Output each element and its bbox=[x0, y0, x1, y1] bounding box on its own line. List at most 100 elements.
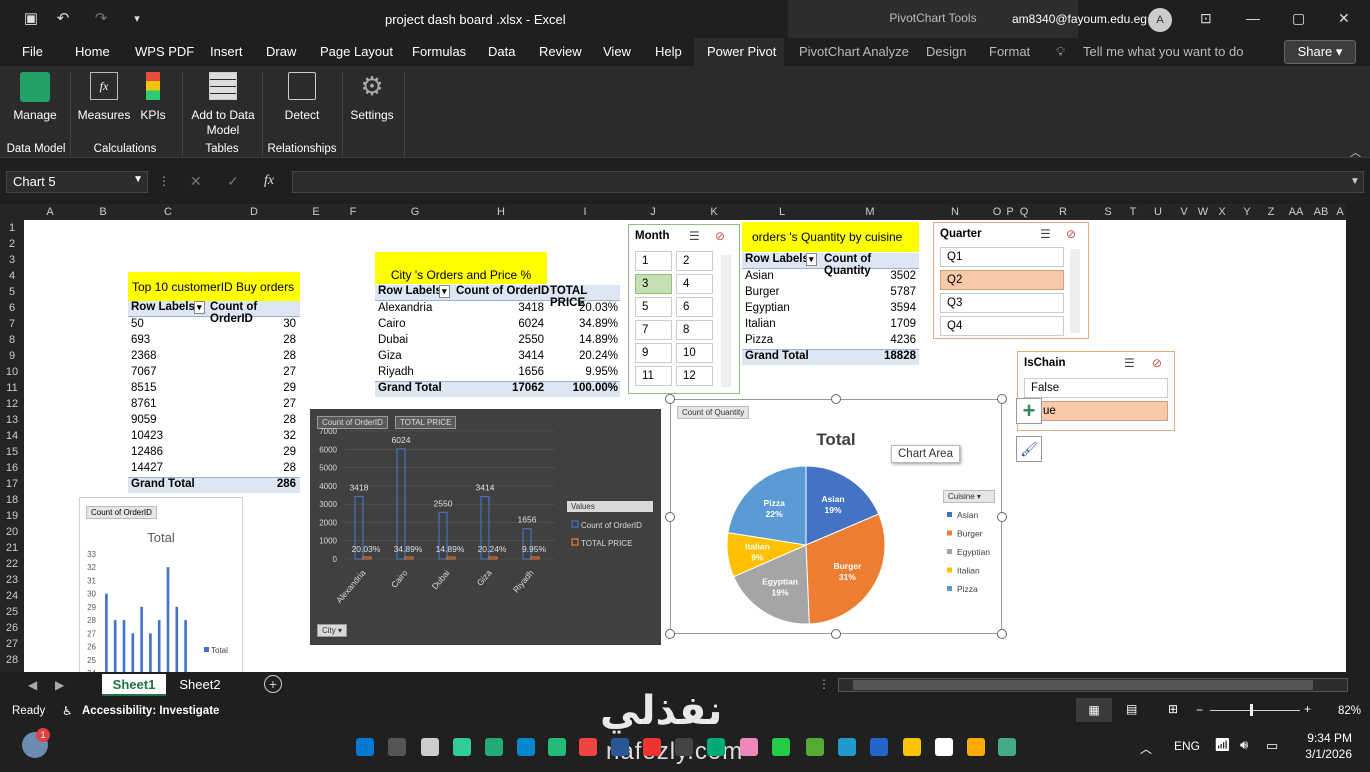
column-header[interactable]: P bbox=[1006, 206, 1013, 218]
slicer-item-quarter[interactable]: Q4 bbox=[940, 316, 1064, 336]
tab-design[interactable]: Design bbox=[926, 44, 966, 59]
taskbar-app-icon[interactable] bbox=[870, 738, 888, 756]
account-email[interactable]: am8340@fayoum.edu.eg bbox=[1012, 12, 1147, 26]
slicer-item-month[interactable]: 9 bbox=[635, 343, 672, 363]
sheet-tab-sheet2[interactable]: Sheet2 bbox=[172, 674, 228, 696]
tab-format[interactable]: Format bbox=[989, 44, 1030, 59]
minimize-icon[interactable]: — bbox=[1246, 10, 1260, 26]
resize-handle[interactable] bbox=[665, 511, 675, 522]
customer-chart[interactable]: Count of OrderID Total 33 32 31 30 29 28 27 26 2… bbox=[79, 497, 243, 672]
bar-total-price[interactable] bbox=[446, 556, 456, 560]
bar[interactable] bbox=[157, 620, 161, 672]
normal-view-icon[interactable]: ▦ bbox=[1076, 698, 1112, 722]
tab-data[interactable]: Data bbox=[488, 44, 515, 59]
bar-total-price[interactable] bbox=[404, 556, 414, 560]
slicer-item-month[interactable]: 2 bbox=[676, 251, 713, 271]
wifi-icon[interactable]: 📶︎ bbox=[1214, 737, 1231, 753]
detect-button[interactable]: Detect bbox=[278, 72, 326, 122]
column-header[interactable]: Z bbox=[1268, 206, 1275, 218]
column-header[interactable]: H bbox=[497, 206, 505, 218]
row-header[interactable]: 28 bbox=[0, 654, 24, 666]
zoom-out-icon[interactable]: − bbox=[1196, 703, 1203, 717]
column-header[interactable]: N bbox=[951, 206, 959, 218]
row-header[interactable]: 7 bbox=[0, 318, 24, 330]
bar[interactable] bbox=[140, 606, 143, 672]
resize-handle[interactable] bbox=[665, 629, 675, 639]
column-header[interactable]: A bbox=[46, 206, 53, 218]
multi-select-icon[interactable]: ☰ bbox=[1124, 356, 1135, 370]
filter-dropdown-icon[interactable]: ▾ bbox=[439, 285, 450, 298]
clear-filter-icon[interactable]: ⊘ bbox=[715, 229, 725, 243]
slicer-item-month[interactable]: 6 bbox=[676, 297, 713, 317]
column-header[interactable]: U bbox=[1154, 206, 1162, 218]
multi-select-icon[interactable]: ☰ bbox=[689, 229, 700, 243]
slicer-item-month[interactable]: 11 bbox=[635, 366, 672, 386]
enter-icon[interactable]: ✓ bbox=[227, 173, 239, 190]
bar[interactable] bbox=[166, 567, 170, 672]
resize-handle[interactable] bbox=[997, 394, 1007, 404]
taskbar-app-icon[interactable] bbox=[611, 738, 629, 756]
undo-icon[interactable]: ↶ bbox=[52, 8, 74, 30]
multi-select-icon[interactable]: ☰ bbox=[1040, 227, 1051, 241]
column-header[interactable]: W bbox=[1198, 206, 1208, 218]
row-header[interactable]: 13 bbox=[0, 414, 24, 426]
customize-toolbar-icon[interactable]: ▾ bbox=[126, 8, 148, 30]
tab-file[interactable]: File bbox=[22, 44, 43, 59]
column-header[interactable]: L bbox=[779, 206, 785, 218]
column-header[interactable]: S bbox=[1104, 206, 1111, 218]
slicer-item-month[interactable]: 10 bbox=[676, 343, 713, 363]
redo-icon[interactable]: ↷ bbox=[90, 8, 112, 30]
taskbar-app-icon[interactable] bbox=[643, 738, 661, 756]
column-header[interactable]: O bbox=[993, 206, 1002, 218]
filter-dropdown-icon[interactable]: ▾ bbox=[806, 253, 817, 266]
row-header[interactable]: 10 bbox=[0, 366, 24, 378]
slicer-item-true[interactable]: ue bbox=[1024, 401, 1168, 421]
row-header[interactable]: 27 bbox=[0, 638, 24, 650]
row-header[interactable]: 21 bbox=[0, 542, 24, 554]
column-header[interactable]: K bbox=[710, 206, 717, 218]
tab-review[interactable]: Review bbox=[539, 44, 582, 59]
filter-icon[interactable]: ▾ bbox=[194, 301, 205, 314]
resize-handle[interactable] bbox=[831, 394, 841, 404]
row-header[interactable]: 6 bbox=[0, 302, 24, 314]
slicer-item-quarter[interactable]: Q1 bbox=[940, 247, 1064, 267]
row-header[interactable]: 19 bbox=[0, 510, 24, 522]
status-accessibility[interactable]: Accessibility: Investigate bbox=[82, 705, 219, 717]
chart-elements-button[interactable]: + bbox=[1016, 398, 1042, 424]
add-sheet-icon[interactable]: + bbox=[264, 675, 282, 693]
expand-formula-icon[interactable]: ▼ bbox=[1350, 176, 1360, 187]
tab-view[interactable]: View bbox=[603, 44, 631, 59]
column-header[interactable]: Q bbox=[1020, 206, 1029, 218]
row-header[interactable]: 26 bbox=[0, 622, 24, 634]
share-button[interactable]: Share ▾ bbox=[1284, 40, 1356, 64]
add-to-data-model-button[interactable]: Add to Data Model bbox=[188, 72, 258, 138]
slicer-scrollbar[interactable] bbox=[721, 255, 731, 387]
page-layout-icon[interactable]: ▤ bbox=[1126, 702, 1137, 716]
taskbar-app-icon[interactable] bbox=[707, 738, 725, 756]
row-header[interactable]: 18 bbox=[0, 494, 24, 506]
tab-pivotchart-analyze[interactable]: PivotChart Analyze bbox=[799, 44, 909, 59]
row-header[interactable]: 23 bbox=[0, 574, 24, 586]
column-header[interactable]: F bbox=[350, 206, 357, 218]
bar[interactable] bbox=[113, 620, 117, 672]
horizontal-scrollbar[interactable] bbox=[838, 678, 1348, 692]
row-header[interactable]: 1 bbox=[0, 222, 24, 234]
bar[interactable] bbox=[184, 620, 187, 672]
slicer-scrollbar[interactable] bbox=[1070, 249, 1080, 333]
taskbar-app-icon[interactable] bbox=[967, 738, 985, 756]
row-header[interactable]: 8 bbox=[0, 334, 24, 346]
bar[interactable] bbox=[149, 633, 152, 672]
measures-button[interactable]: fx Measures bbox=[76, 72, 132, 122]
tab-help[interactable]: Help bbox=[655, 44, 682, 59]
resize-handle[interactable] bbox=[997, 629, 1007, 639]
column-header[interactable]: V bbox=[1180, 206, 1187, 218]
column-header[interactable]: M bbox=[865, 206, 874, 218]
save-icon[interactable]: ▣ bbox=[20, 8, 42, 30]
scroll-left-icon[interactable]: ◀ bbox=[28, 678, 37, 692]
formula-input[interactable] bbox=[292, 171, 1364, 193]
tab-power-pivot[interactable]: Power Pivot bbox=[707, 44, 776, 59]
cuisine-pie-chart[interactable]: Count of Quantity Total Cuisine ▾ Asian 1… bbox=[670, 399, 1002, 634]
taskbar-app-icon[interactable] bbox=[517, 738, 535, 756]
clear-filter-icon[interactable]: ⊘ bbox=[1066, 227, 1076, 241]
column-header[interactable]: AB bbox=[1314, 206, 1329, 218]
